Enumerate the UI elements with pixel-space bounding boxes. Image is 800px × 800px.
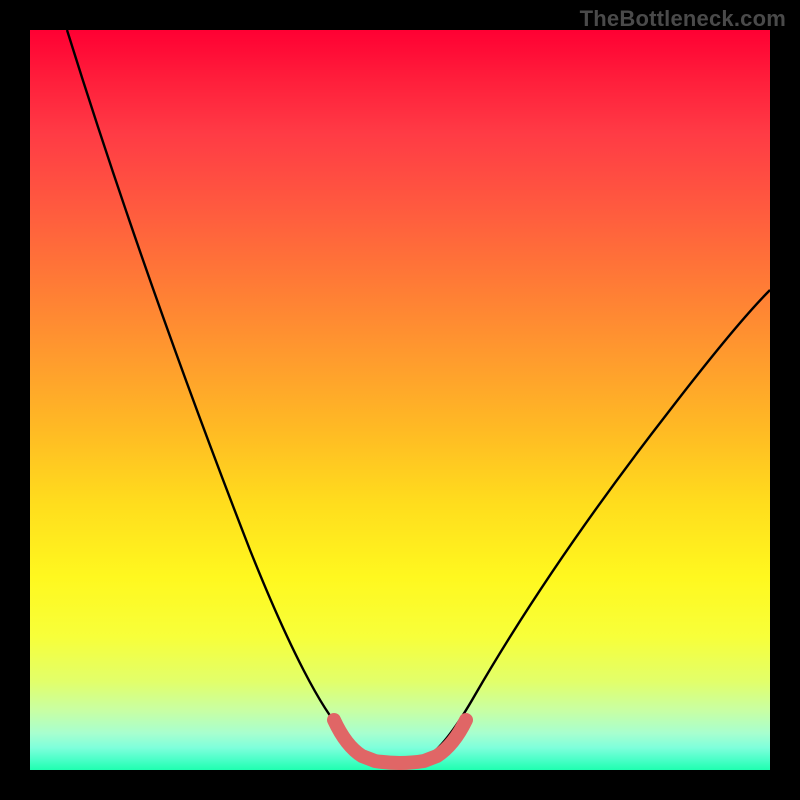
watermark-text: TheBottleneck.com [580,6,786,32]
curve-layer [30,30,770,770]
chart-frame: TheBottleneck.com [0,0,800,800]
bottleneck-curve [67,30,770,763]
valley-highlight [334,720,466,763]
plot-area [30,30,770,770]
